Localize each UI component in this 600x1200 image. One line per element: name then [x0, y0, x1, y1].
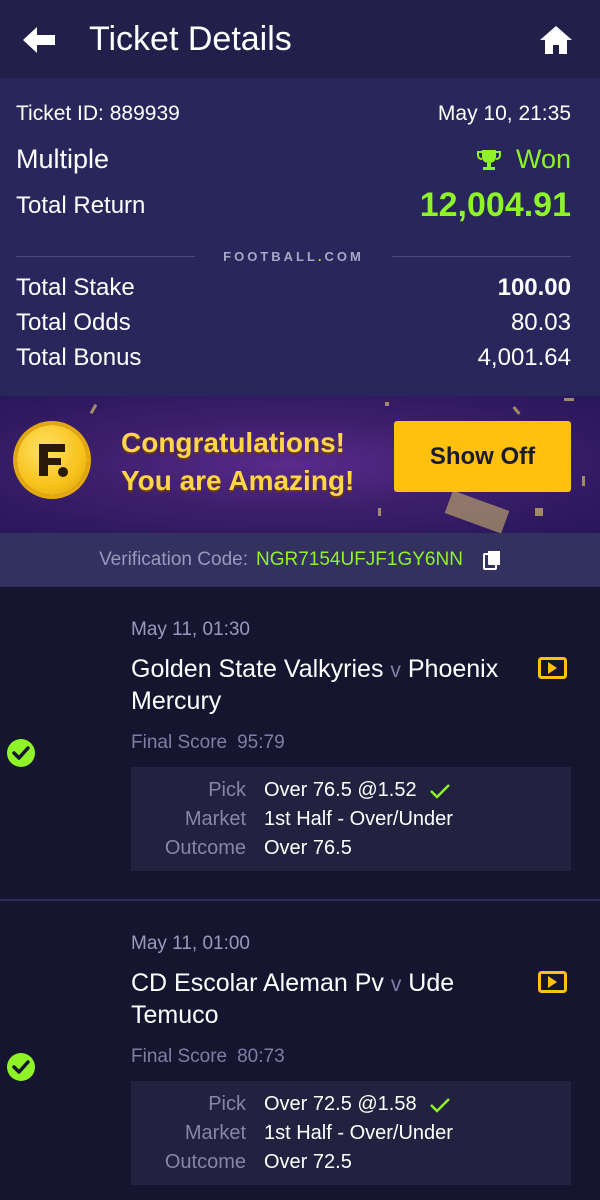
confetti-strip	[444, 490, 510, 533]
won-check-icon	[7, 739, 35, 767]
final-score-value: 80:73	[237, 1046, 285, 1067]
match-title: CD Escolar Aleman Pv v Ude Temuco	[131, 968, 511, 1030]
bet-list: May 11, 01:30 Golden State Valkyries v P…	[0, 587, 600, 1200]
sparkle	[378, 508, 381, 516]
check-icon	[429, 1097, 450, 1113]
sparkle	[89, 403, 98, 415]
ticket-type-row: Multiple Won	[16, 144, 571, 175]
bet-date: May 11, 01:00	[131, 933, 251, 954]
congrats-text: Congratulations! You are Amazing!	[121, 424, 354, 500]
outcome-value: Over 76.5	[264, 837, 352, 859]
outcome-row: Outcome Over 72.5	[131, 1151, 571, 1174]
bet-card[interactable]: May 11, 01:00 CD Escolar Aleman Pv v Ude…	[0, 901, 600, 1200]
ticket-meta-row: Ticket ID: 889939 May 10, 21:35	[16, 102, 571, 126]
versus-label: v	[390, 659, 401, 682]
sparkle	[385, 402, 389, 406]
final-score-label: Final Score	[131, 1046, 228, 1067]
home-button[interactable]	[534, 18, 578, 62]
live-stream-icon[interactable]	[538, 657, 567, 679]
bonus-label: Total Bonus	[16, 344, 142, 371]
check-icon	[429, 783, 450, 799]
pick-row: Pick Over 76.5 @1.52	[131, 779, 571, 802]
won-check-icon	[7, 1053, 35, 1081]
sparkle	[582, 476, 585, 486]
total-return-label: Total Return	[16, 191, 146, 219]
brand-label: FOOTBALL.COM	[223, 248, 364, 264]
market-row: Market 1st Half - Over/Under	[131, 1122, 571, 1145]
top-app-bar: Ticket Details	[0, 0, 600, 78]
market-label: Market	[184, 808, 246, 830]
bet-date: May 11, 01:30	[131, 619, 251, 640]
match-title: Golden State Valkyries v Phoenix Mercury	[131, 654, 511, 716]
sparkle	[535, 508, 543, 516]
outcome-value: Over 72.5	[264, 1151, 352, 1173]
football-logo	[17, 425, 87, 495]
divider-line-right	[391, 255, 572, 257]
final-score: Final Score 95:79	[131, 732, 285, 754]
bonus-row: Total Bonus 4,001.64	[16, 344, 571, 372]
congrats-line-1: Congratulations!	[121, 427, 345, 458]
pick-label: Pick	[208, 779, 246, 801]
pick-label: Pick	[208, 1093, 246, 1115]
bonus-value: 4,001.64	[477, 344, 571, 371]
show-off-button[interactable]: Show Off	[394, 421, 571, 492]
stake-row: Total Stake 100.00	[16, 274, 571, 302]
market-value: 1st Half - Over/Under	[264, 808, 453, 830]
home-team: Golden State Valkyries	[131, 655, 384, 683]
pick-value: Over 72.5 @1.58	[264, 1093, 417, 1115]
verification-label: Verification Code:	[99, 549, 248, 570]
arrow-left-icon	[23, 27, 55, 53]
market-value: 1st Half - Over/Under	[264, 1122, 453, 1144]
back-button[interactable]	[16, 18, 62, 62]
market-label: Market	[184, 1122, 246, 1144]
brand-divider: FOOTBALL.COM	[16, 248, 572, 264]
pick-value-wrap: Over 72.5 @1.58	[264, 1093, 451, 1116]
trophy-icon	[476, 149, 501, 170]
versus-label: v	[390, 973, 402, 996]
stake-label: Total Stake	[16, 274, 135, 301]
outcome-row: Outcome Over 76.5	[131, 837, 571, 860]
bet-details: Pick Over 72.5 @1.58 Market 1st Half - O…	[131, 1081, 571, 1185]
status-text: Won	[515, 144, 571, 174]
verification-code: NGR7154UFJF1GY6NN	[255, 549, 463, 570]
ticket-id: Ticket ID: 889939	[16, 102, 180, 125]
copy-icon[interactable]	[482, 550, 501, 570]
odds-value: 80.03	[510, 309, 571, 336]
outcome-label: Outcome	[164, 837, 246, 859]
brand-dot: .	[317, 248, 325, 264]
ticket-datetime: May 10, 21:35	[437, 102, 571, 125]
market-row: Market 1st Half - Over/Under	[131, 808, 571, 831]
pick-value-wrap: Over 76.5 @1.52	[264, 779, 451, 802]
live-stream-icon[interactable]	[538, 971, 567, 993]
sparkle	[564, 398, 574, 401]
odds-row: Total Odds 80.03	[16, 309, 571, 337]
page-title: Ticket Details	[89, 20, 292, 58]
ticket-type: Multiple	[16, 144, 110, 174]
f-logo-icon	[39, 444, 68, 477]
ticket-summary: Ticket ID: 889939 May 10, 21:35 Multiple…	[0, 78, 600, 396]
odds-label: Total Odds	[16, 309, 131, 336]
outcome-label: Outcome	[164, 1151, 246, 1173]
bet-card[interactable]: May 11, 01:30 Golden State Valkyries v P…	[0, 587, 600, 900]
pick-value: Over 76.5 @1.52	[264, 779, 417, 801]
congrats-line-2: You are Amazing!	[121, 465, 355, 496]
status-badge: Won	[476, 144, 571, 175]
final-score: Final Score 80:73	[131, 1046, 285, 1068]
verification-bar: Verification Code: NGR7154UFJF1GY6NN	[0, 533, 600, 587]
bet-details: Pick Over 76.5 @1.52 Market 1st Half - O…	[131, 767, 571, 871]
home-icon	[540, 26, 572, 54]
total-return-row: Total Return 12,004.91	[16, 186, 571, 225]
home-team: CD Escolar Aleman Pv	[131, 969, 384, 997]
final-score-label: Final Score	[131, 732, 228, 753]
final-score-value: 95:79	[237, 732, 285, 753]
total-return-value: 12,004.91	[419, 186, 571, 224]
congrats-banner: Congratulations! You are Amazing! Show O…	[0, 396, 600, 533]
stake-value: 100.00	[497, 274, 571, 301]
sparkle	[512, 406, 521, 415]
divider-line-left	[16, 255, 196, 257]
pick-row: Pick Over 72.5 @1.58	[131, 1093, 571, 1116]
